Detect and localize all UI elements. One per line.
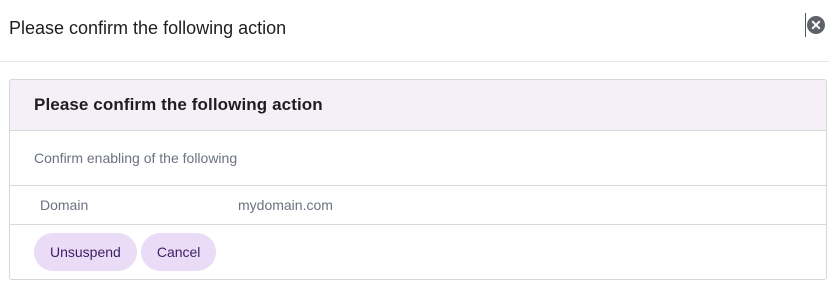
confirm-dialog: Please confirm the following action Plea… <box>0 0 829 293</box>
detail-value: mydomain.com <box>238 197 333 213</box>
dialog-header: Please confirm the following action <box>0 0 829 62</box>
close-divider <box>805 13 806 37</box>
detail-row: Domain mydomain.com <box>10 186 826 225</box>
detail-label: Domain <box>40 197 89 213</box>
unsuspend-button[interactable]: Unsuspend <box>34 233 137 271</box>
close-circle-icon <box>807 16 825 34</box>
close-button[interactable] <box>807 16 825 34</box>
confirmation-card: Please confirm the following action Conf… <box>9 79 827 280</box>
card-title: Please confirm the following action <box>34 95 323 114</box>
card-header: Please confirm the following action <box>10 80 826 131</box>
card-description: Confirm enabling of the following <box>10 131 826 186</box>
action-bar: Unsuspend Cancel <box>10 225 826 279</box>
dialog-title: Please confirm the following action <box>9 18 287 38</box>
cancel-button[interactable]: Cancel <box>140 233 217 271</box>
